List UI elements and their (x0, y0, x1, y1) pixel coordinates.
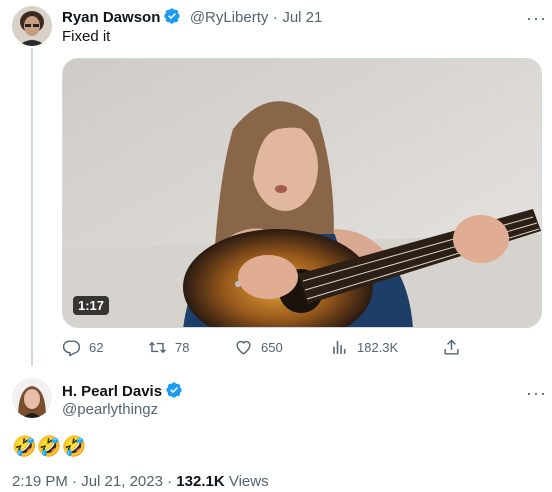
retweet-icon (149, 341, 166, 354)
retweet-action[interactable]: 78 (148, 338, 189, 357)
more-options-icon[interactable]: ··· (526, 384, 547, 402)
video-duration-badge: 1:17 (73, 296, 110, 315)
view-count: 182.3K (357, 340, 399, 355)
reply-action[interactable]: 62 (62, 338, 103, 357)
meta-separator: · (167, 473, 173, 490)
tweet-date[interactable]: Jul 21, 2023 (81, 473, 163, 490)
original-author-name[interactable]: Ryan Dawson (62, 9, 160, 26)
views-action[interactable]: 182.3K (330, 338, 398, 357)
analytics-icon (333, 341, 346, 354)
verified-badge-icon (165, 381, 183, 399)
tweet-metadata-row: 2:19 PM · Jul 21, 2023 · 132.1K Views (12, 473, 269, 490)
reply-tweet-text: 🤣🤣🤣 (12, 436, 87, 458)
original-tweet-date[interactable]: Jul 21 (282, 9, 322, 26)
retweet-count: 78 (175, 340, 190, 355)
more-options-icon[interactable]: ··· (526, 9, 547, 27)
original-tweet-text: Fixed it (62, 28, 111, 45)
reply-icon (62, 340, 81, 357)
video-player[interactable]: 1:17 (62, 58, 542, 328)
reply-author-name[interactable]: H. Pearl Davis (62, 383, 162, 400)
ryan-dawson-avatar[interactable] (12, 6, 52, 46)
share-action[interactable] (442, 338, 461, 357)
tweet-time[interactable]: 2:19 PM (12, 473, 68, 490)
video-thumbnail (63, 59, 541, 327)
reply-author-handle[interactable]: @pearlythingz (62, 401, 158, 418)
reply-view-count: 132.1K (176, 473, 225, 490)
views-label: Views (228, 473, 269, 490)
meta-separator: · (72, 473, 78, 490)
reply-count: 62 (89, 340, 104, 355)
reply-tweet-header: H. Pearl Davis (62, 381, 183, 401)
original-author-handle[interactable]: @RyLiberty (190, 9, 269, 26)
share-icon (444, 339, 459, 355)
pearl-davis-avatar[interactable] (12, 378, 52, 418)
original-tweet-header: Ryan Dawson @RyLiberty · Jul 21 (62, 7, 322, 27)
thread-connector-line (31, 48, 33, 366)
header-separator: · (272, 9, 278, 26)
heart-icon (236, 340, 251, 355)
like-action[interactable]: 650 (234, 338, 283, 357)
verified-badge-icon (163, 7, 181, 25)
like-count: 650 (261, 340, 283, 355)
